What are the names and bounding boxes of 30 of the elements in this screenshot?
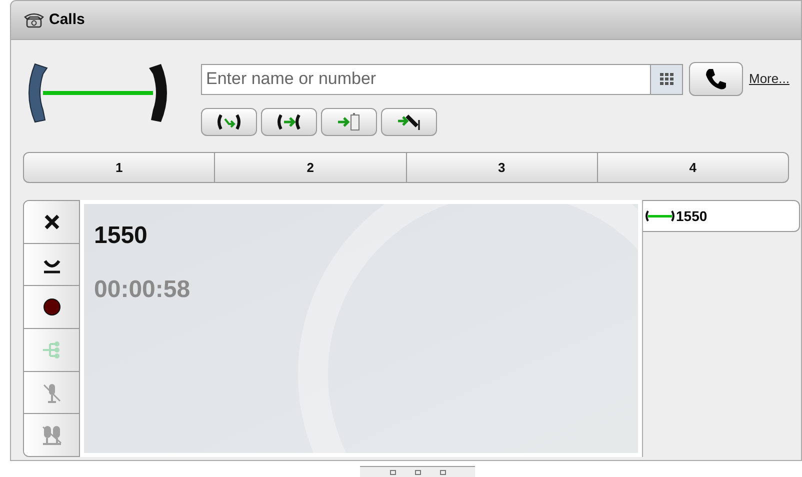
mute-speaker-icon <box>40 423 64 448</box>
to-device-button[interactable] <box>321 108 377 136</box>
hold-button[interactable] <box>201 108 257 136</box>
to-voicemail-button[interactable] <box>381 108 437 136</box>
to-device-icon <box>337 112 361 132</box>
record-button[interactable] <box>24 285 79 328</box>
to-voicemail-icon <box>397 112 421 132</box>
dialpad-button[interactable] <box>651 64 683 94</box>
hold-icon <box>217 112 241 132</box>
more-link[interactable]: More... <box>749 69 790 89</box>
caller-number: 1550 <box>94 221 148 251</box>
resize-handle[interactable] <box>360 466 475 477</box>
close-button[interactable] <box>24 201 79 243</box>
grid-icon <box>660 73 674 85</box>
transfer-button[interactable] <box>261 108 317 136</box>
call-list-item[interactable]: 1550 <box>643 200 800 232</box>
line-tab[interactable]: 2 <box>215 152 406 183</box>
transfer-icon <box>277 112 301 132</box>
line-tab[interactable]: 4 <box>598 152 789 183</box>
telephone-icon <box>23 11 45 29</box>
hangup-button[interactable] <box>24 242 79 286</box>
line-tab[interactable]: 1 <box>23 152 216 183</box>
name-or-number-field[interactable]: Enter name or number <box>201 64 651 94</box>
call-number: 1550 <box>676 206 708 226</box>
handset-icon <box>704 67 728 91</box>
connected-call-icon <box>645 210 675 222</box>
window-title: Calls <box>49 10 85 30</box>
call-duration: 00:00:58 <box>94 275 192 305</box>
line-tab[interactable]: 3 <box>406 152 598 183</box>
call-button[interactable] <box>689 62 743 96</box>
